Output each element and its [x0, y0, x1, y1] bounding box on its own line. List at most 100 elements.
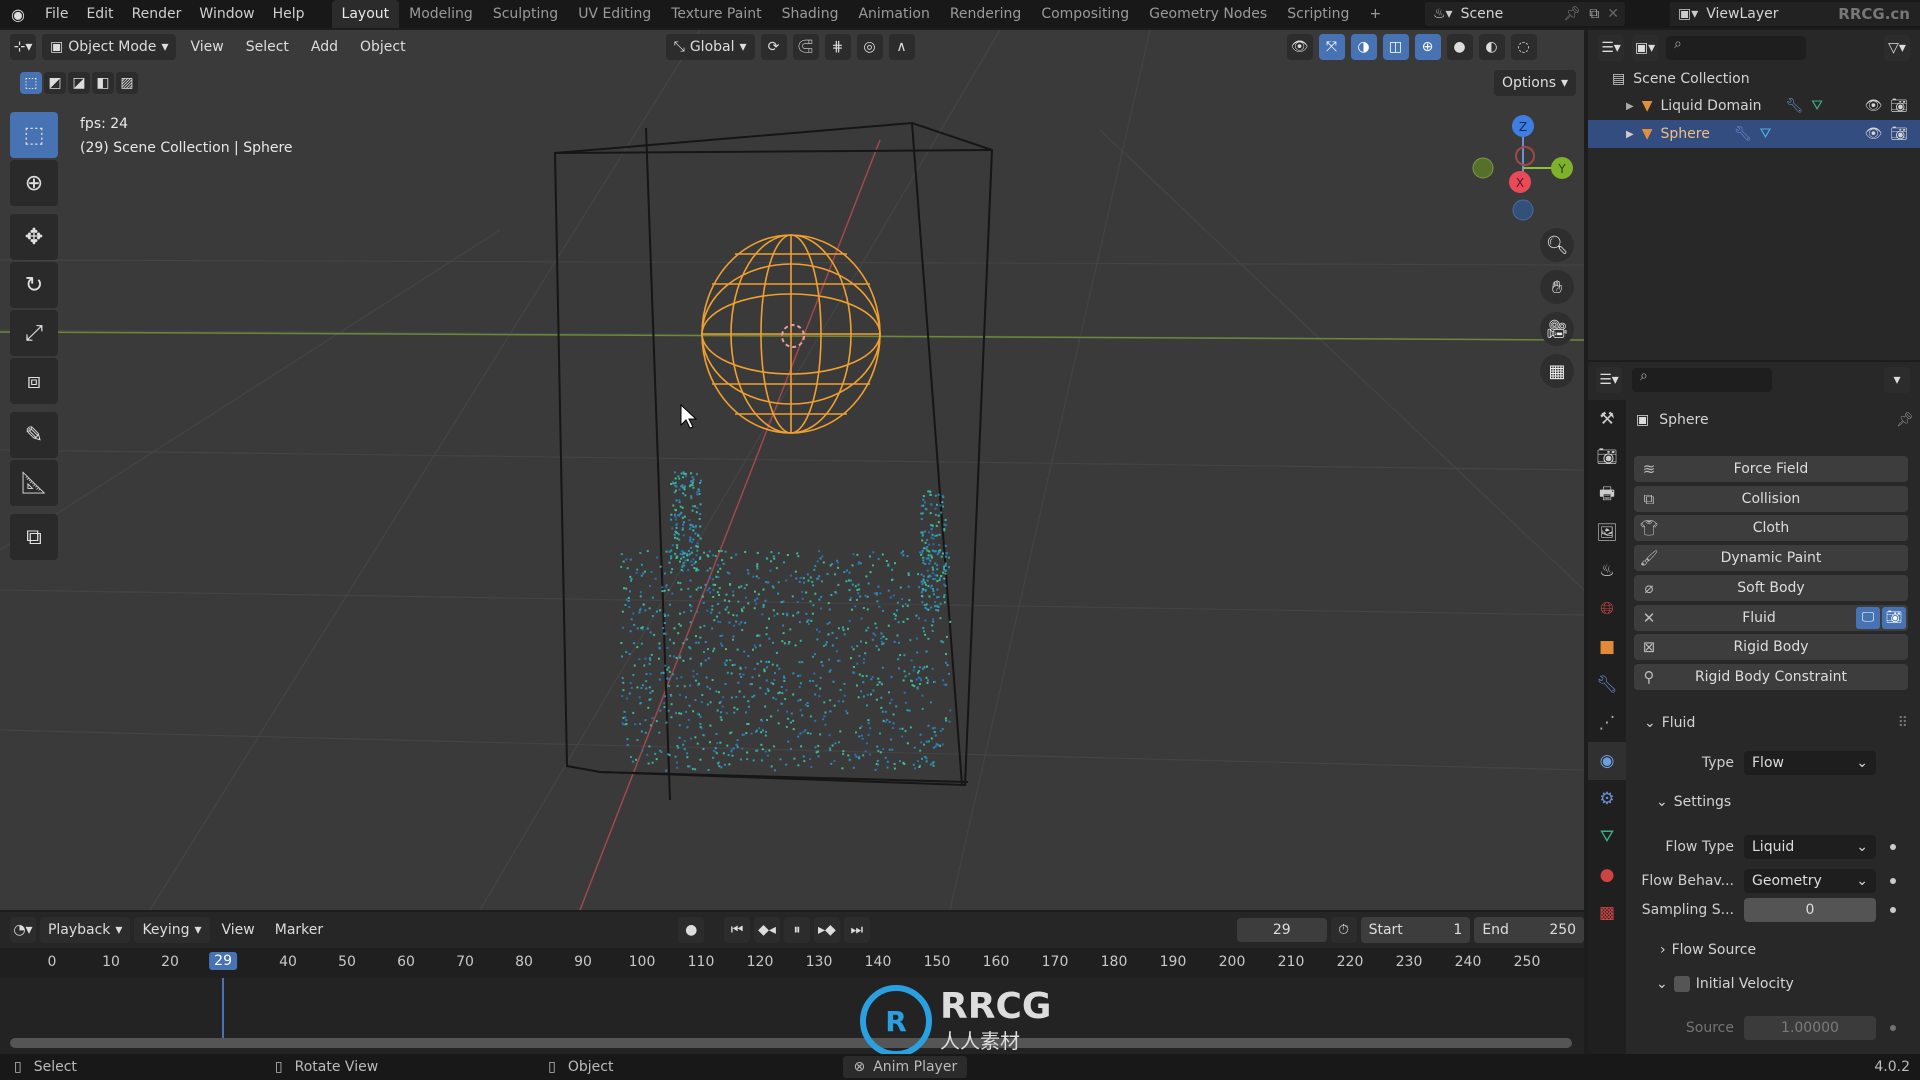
- physics-cloth-button[interactable]: 👕︎ Cloth: [1634, 515, 1908, 542]
- display-mode-icon[interactable]: ▣▾: [1632, 35, 1658, 61]
- outliner-item-liquid-domain[interactable]: ▶ ▼ Liquid Domain 🔧︎ ⛛ 👁︎ 📷︎: [1588, 92, 1920, 120]
- visibility-icon[interactable]: 👁︎: [1286, 34, 1313, 60]
- drag-handle-icon[interactable]: ⠿: [1898, 715, 1908, 731]
- modifier-tab-icon[interactable]: 🔧︎: [1588, 666, 1626, 704]
- modifier-wrench-icon[interactable]: 🔧︎: [1734, 126, 1752, 142]
- copy-scene-icon[interactable]: ⧉: [1589, 6, 1599, 22]
- render-camera-icon[interactable]: 📷︎: [1890, 126, 1908, 142]
- menu-keying[interactable]: Keying ▾: [134, 917, 210, 943]
- scale-tool-icon[interactable]: ⤢: [10, 310, 58, 356]
- pin-icon[interactable]: 📌︎: [1896, 412, 1914, 428]
- pin-icon[interactable]: 📌︎: [1563, 6, 1581, 22]
- tab-geometry-nodes[interactable]: Geometry Nodes: [1139, 0, 1277, 28]
- view-layer-selector[interactable]: ▣▾ ViewLayer RRCG.cn: [1670, 2, 1920, 26]
- falloff-icon[interactable]: ∧: [888, 34, 915, 60]
- tab-layout[interactable]: Layout: [331, 0, 400, 28]
- keyframe-dot-icon[interactable]: [1890, 878, 1896, 884]
- eye-icon[interactable]: 👁︎: [1864, 126, 1882, 142]
- xray-toggle-icon[interactable]: ◫: [1382, 34, 1409, 60]
- timeline-editor-icon[interactable]: ◔▾: [10, 917, 36, 943]
- wireframe-shading-icon[interactable]: ⊕: [1414, 34, 1441, 60]
- gizmo-toggle-icon[interactable]: ⤧: [1318, 34, 1345, 60]
- select-extend-icon[interactable]: ◩: [44, 72, 66, 94]
- snap-target-icon[interactable]: ⋕: [824, 34, 851, 60]
- render-camera-icon[interactable]: 📷︎: [1890, 98, 1908, 114]
- frame-ruler[interactable]: 0 10 20 29 40 50 60 70 80 90 100 110 120 130 140 150 160…: [0, 948, 1584, 978]
- stopwatch-icon[interactable]: ⏱: [1330, 917, 1357, 943]
- chevron-down-icon[interactable]: ⌄: [1656, 976, 1668, 992]
- flow-source-subpanel[interactable]: › Flow Source: [1660, 942, 1756, 958]
- tab-uv-editing[interactable]: UV Editing: [568, 0, 661, 28]
- auto-keying-icon[interactable]: ●: [678, 917, 705, 943]
- next-keyframe-icon[interactable]: ▸◆: [813, 917, 840, 943]
- keyframe-dot-icon[interactable]: [1890, 907, 1896, 913]
- scene-tab-icon[interactable]: ♨: [1588, 552, 1626, 590]
- playhead-line[interactable]: [222, 978, 224, 1040]
- tab-sculpting[interactable]: Sculpting: [483, 0, 568, 28]
- tab-rendering[interactable]: Rendering: [940, 0, 1032, 28]
- properties-search-input[interactable]: ⌕: [1632, 368, 1772, 392]
- properties-options-icon[interactable]: ▾: [1884, 367, 1910, 393]
- expand-arrow-icon[interactable]: ▶: [1626, 129, 1634, 140]
- transform-tool-icon[interactable]: ⧈: [10, 358, 58, 404]
- navigation-gizmo[interactable]: Z Y X: [1470, 110, 1580, 230]
- modifier-wrench-icon[interactable]: 🔧︎: [1786, 98, 1804, 114]
- tab-animation[interactable]: Animation: [848, 0, 939, 28]
- overlay-toggle-icon[interactable]: ◑: [1350, 34, 1377, 60]
- timeline-scrollbar[interactable]: [10, 1038, 1572, 1048]
- rotate-tool-icon[interactable]: ↻: [10, 262, 58, 308]
- options-button[interactable]: Options ▾: [1494, 70, 1577, 96]
- prev-keyframe-icon[interactable]: ◆◂: [754, 917, 781, 943]
- jump-start-icon[interactable]: ⏮: [724, 917, 751, 943]
- menu-add[interactable]: Add: [303, 39, 346, 55]
- keyframe-dot-icon[interactable]: [1890, 844, 1896, 850]
- select-subtract-icon[interactable]: ◪: [68, 72, 90, 94]
- physics-tab-icon[interactable]: ◉: [1588, 742, 1626, 780]
- material-tab-icon[interactable]: ●: [1588, 856, 1626, 894]
- move-tool-icon[interactable]: ✥: [10, 214, 58, 260]
- mesh-data-icon[interactable]: ⛛: [1760, 126, 1772, 142]
- select-intersect-icon[interactable]: ▨: [116, 72, 138, 94]
- physics-rigid-body-constraint-button[interactable]: ⚲ Rigid Body Constraint: [1634, 663, 1908, 690]
- select-box-tool-icon[interactable]: ⬚: [10, 112, 58, 158]
- mode-selector[interactable]: ▣ Object Mode ▾: [42, 34, 177, 60]
- texture-tab-icon[interactable]: ▩: [1588, 894, 1626, 932]
- render-toggle-icon[interactable]: 📷︎: [1882, 606, 1906, 629]
- expand-arrow-icon[interactable]: ▶: [1626, 101, 1634, 112]
- end-frame-field[interactable]: End 250: [1474, 917, 1585, 943]
- 3d-viewport[interactable]: [0, 30, 1584, 910]
- perspective-grid-icon[interactable]: ▦: [1540, 354, 1574, 388]
- physics-soft-body-button[interactable]: ⌀ Soft Body: [1634, 574, 1908, 601]
- editor-type-icon[interactable]: ⊹▾: [10, 34, 36, 60]
- tool-tab-icon[interactable]: ⚒: [1588, 400, 1626, 438]
- menu-help[interactable]: Help: [264, 0, 314, 28]
- properties-editor-icon[interactable]: ☰▾: [1596, 367, 1622, 393]
- scene-collection-row[interactable]: ▤ Scene Collection: [1588, 66, 1920, 92]
- cursor-tool-icon[interactable]: ⊕: [10, 160, 58, 206]
- output-tab-icon[interactable]: 🖶︎: [1588, 476, 1626, 514]
- render-tab-icon[interactable]: 📷︎: [1588, 438, 1626, 476]
- pause-icon[interactable]: ⏸: [784, 917, 810, 943]
- physics-fluid-button[interactable]: ✕ Fluid 🖵︎ 📷︎: [1634, 604, 1908, 631]
- tab-compositing[interactable]: Compositing: [1031, 0, 1139, 28]
- menu-view[interactable]: View: [182, 39, 231, 55]
- menu-marker[interactable]: Marker: [267, 922, 331, 938]
- tab-scripting[interactable]: Scripting: [1277, 0, 1359, 28]
- fluid-type-dropdown[interactable]: Flow ⌄: [1744, 751, 1876, 775]
- world-tab-icon[interactable]: 🌐︎: [1588, 590, 1626, 628]
- rendered-shading-icon[interactable]: ◌: [1510, 34, 1537, 60]
- jump-end-icon[interactable]: ⏭: [843, 917, 870, 943]
- zoom-icon[interactable]: 🔍︎: [1540, 228, 1574, 262]
- close-circle-icon[interactable]: ⊗: [853, 1059, 865, 1075]
- menu-window[interactable]: Window: [190, 0, 263, 28]
- scene-selector[interactable]: ♨▾ Scene 📌︎ ⧉ ✕: [1425, 2, 1625, 26]
- camera-icon[interactable]: 🎥︎: [1540, 312, 1574, 346]
- physics-force-field-button[interactable]: ≋ Force Field: [1634, 456, 1908, 482]
- measure-tool-icon[interactable]: 📐︎: [10, 460, 58, 506]
- transform-orientation-dropdown[interactable]: ⤡ Global ▾: [665, 34, 755, 60]
- view-layer-tab-icon[interactable]: 🖼︎: [1588, 514, 1626, 552]
- filter-icon[interactable]: ▽▾: [1884, 35, 1910, 61]
- object-tab-icon[interactable]: ■: [1588, 628, 1626, 666]
- menu-playback[interactable]: Playback ▾: [39, 917, 131, 943]
- current-frame-field[interactable]: 29: [1236, 918, 1327, 942]
